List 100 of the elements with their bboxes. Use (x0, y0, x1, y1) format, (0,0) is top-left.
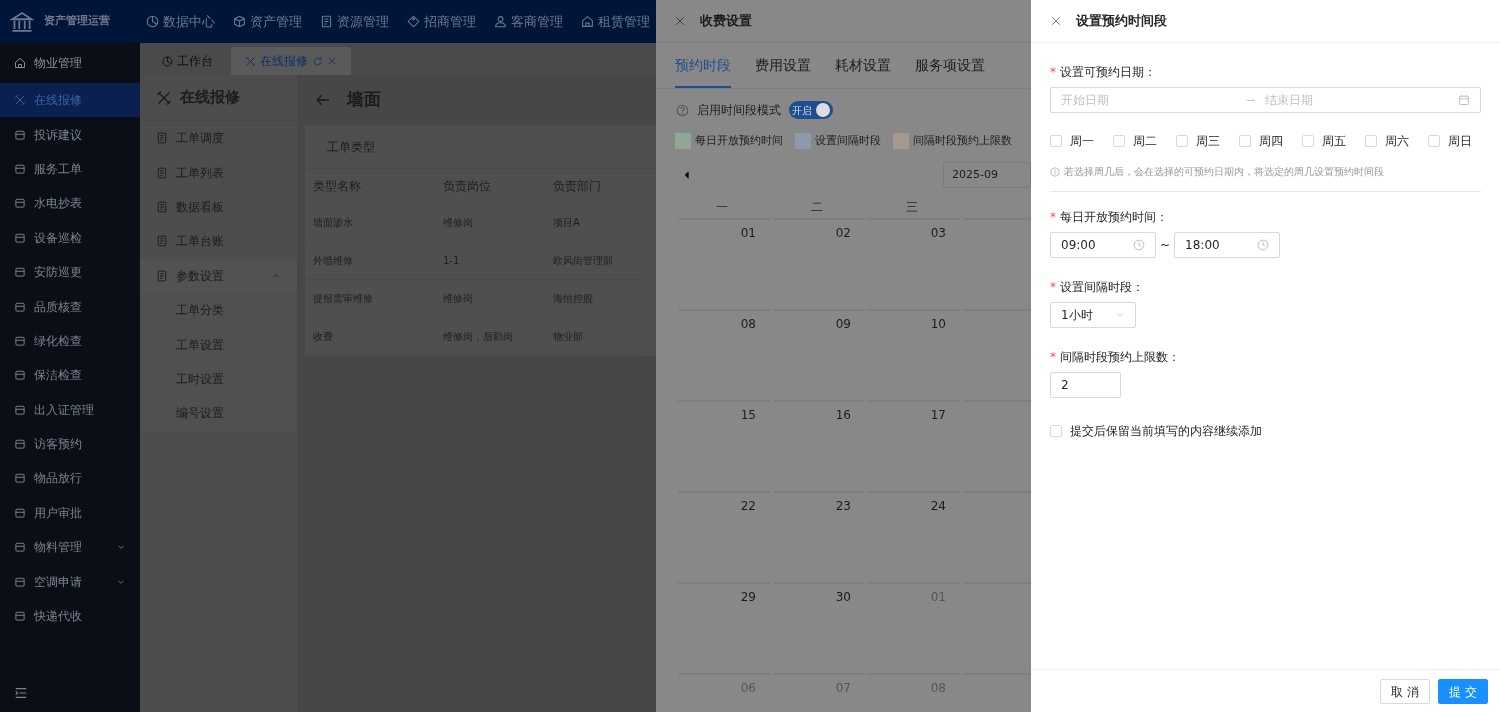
drawer-tab[interactable]: 服务项设置 (915, 45, 985, 88)
legend-label: 间隔时段预约上限数 (913, 133, 1012, 149)
cancel-button[interactable]: 取 消 (1380, 679, 1431, 704)
sidebar-item[interactable]: 访客预约 (0, 426, 140, 462)
sidebar-item[interactable]: 保洁检查 (0, 358, 140, 393)
weekday-checkbox[interactable]: 周二 (1113, 132, 1157, 150)
tools-icon (156, 89, 172, 106)
nav-menu-item[interactable]: 招商管理 (407, 11, 476, 32)
box-icon (14, 334, 26, 347)
toggle-switch[interactable]: 开启 (789, 101, 833, 119)
weekday-checkbox[interactable]: 周日 (1428, 132, 1472, 150)
weekday-checkbox[interactable]: 周五 (1302, 132, 1346, 150)
legend-label: 设置间隔时段 (815, 133, 881, 149)
house-icon (14, 57, 26, 69)
end-date-placeholder: 结束日期 (1264, 92, 1314, 109)
number-field[interactable]: 2 (1050, 372, 1121, 398)
submit-button[interactable]: 提 交 (1438, 679, 1488, 704)
calendar-day[interactable]: 24 (868, 490, 960, 582)
sidebar-item[interactable]: 在线报修 (0, 83, 140, 118)
sidebar-item[interactable]: 水电抄表 (0, 186, 140, 221)
nav-menu-item[interactable]: 客商管理 (494, 11, 563, 32)
sidebar-item[interactable]: 空调申请 (0, 564, 140, 599)
calendar-day[interactable]: 22 (678, 490, 770, 582)
gauge-icon (162, 55, 173, 67)
close-icon[interactable] (674, 15, 686, 27)
box-icon (14, 575, 26, 588)
sidebar-item[interactable]: 服务工单 (0, 151, 140, 187)
calendar-day[interactable]: 09 (773, 308, 865, 400)
field-label: 设置可预约日期： (1060, 64, 1156, 81)
sidebar-item[interactable]: 品质核查 (0, 289, 140, 324)
calendar-day[interactable]: 10 (868, 308, 960, 400)
box-icon (14, 231, 26, 244)
range-separator: ~ (1160, 237, 1171, 254)
weekday-checkbox[interactable]: 周三 (1176, 132, 1220, 150)
tag-icon (407, 15, 420, 28)
legend-label: 每日开放预约时间 (695, 133, 783, 149)
back-arrow-icon[interactable] (315, 92, 331, 108)
calendar-day[interactable]: 30 (773, 581, 865, 673)
start-date-placeholder: 开始日期 (1061, 92, 1110, 109)
previous-month-icon[interactable] (682, 169, 692, 180)
interval-select[interactable]: 1小时 (1050, 302, 1136, 328)
calendar-day[interactable]: 08 (678, 308, 770, 400)
weekday-header: 三 (905, 198, 919, 216)
app-title: 资产管理运营 (44, 13, 110, 30)
drawer-tab[interactable]: 耗材设置 (835, 45, 891, 88)
list-icon (156, 269, 168, 282)
bank-building-icon (10, 10, 34, 33)
refresh-icon[interactable] (312, 55, 323, 67)
weekday-checkbox[interactable]: 周四 (1239, 132, 1283, 150)
sidebar-item[interactable]: 出入证管理 (0, 392, 140, 427)
weekday-checkbox[interactable]: 周一 (1050, 132, 1094, 150)
box-icon (14, 541, 26, 554)
clock-icon (1133, 239, 1145, 251)
sidebar-item[interactable]: 绿化检查 (0, 323, 140, 359)
list-icon (156, 132, 168, 145)
required-mark: * (1050, 64, 1056, 81)
box-icon (14, 369, 26, 382)
sidebar-item[interactable]: 物料管理 (0, 530, 140, 565)
calendar-day[interactable]: 29 (678, 581, 770, 673)
nav-menu-item[interactable]: 资源管理 (320, 11, 389, 32)
calendar-day[interactable]: 23 (773, 490, 865, 582)
list-icon (156, 166, 168, 179)
sidebar-item[interactable]: 用户审批 (0, 495, 140, 531)
field-label: 间隔时段预约上限数： (1060, 349, 1180, 366)
calendar-day[interactable]: 17 (868, 399, 960, 491)
box-icon (14, 403, 26, 416)
sidebar-item[interactable]: 安防巡更 (0, 254, 140, 290)
sidebar-item[interactable]: 设备巡检 (0, 220, 140, 255)
calendar-day[interactable]: 15 (678, 399, 770, 491)
box-icon (14, 610, 26, 623)
close-icon[interactable] (1050, 15, 1062, 27)
time-field[interactable]: 18:00 (1174, 232, 1281, 258)
box-icon (14, 162, 26, 175)
time-field[interactable]: 09:00 (1050, 232, 1156, 258)
menu-fold-icon[interactable] (14, 686, 28, 700)
sidebar-item[interactable]: 投诉建议 (0, 117, 140, 152)
house-icon (581, 15, 594, 28)
calendar-day[interactable]: 16 (773, 399, 865, 491)
tools-icon (245, 55, 256, 67)
month-select[interactable]: 2025-09 (943, 161, 1031, 188)
nav-menu-item[interactable]: 资产管理 (233, 11, 302, 32)
nav-menu-item[interactable]: 租赁管理 (581, 11, 650, 32)
weekday-header: 一 (715, 198, 729, 216)
weekday-checkbox[interactable]: 周六 (1365, 132, 1409, 150)
box-icon (14, 506, 26, 519)
calendar-day[interactable]: 01 (678, 217, 770, 309)
close-icon[interactable] (327, 56, 337, 66)
sidebar-item[interactable]: 物品放行 (0, 461, 140, 496)
keep-content-checkbox[interactable]: 提交后保留当前填写的内容继续添加 (1050, 422, 1481, 440)
field-label: 每日开放预约时间： (1060, 209, 1168, 226)
box-icon (14, 197, 26, 210)
drawer-title: 收费设置 (700, 12, 752, 31)
drawer-tab[interactable]: 费用设置 (755, 45, 811, 88)
sidebar-section-title[interactable]: 物业管理 (0, 43, 140, 83)
calendar-day[interactable]: 03 (868, 217, 960, 309)
calendar-day[interactable]: 02 (773, 217, 865, 309)
sidebar-item[interactable]: 快递代收 (0, 598, 140, 634)
list-icon (156, 200, 168, 213)
help-icon (676, 103, 689, 117)
nav-menu-item[interactable]: 数据中心 (146, 11, 215, 32)
